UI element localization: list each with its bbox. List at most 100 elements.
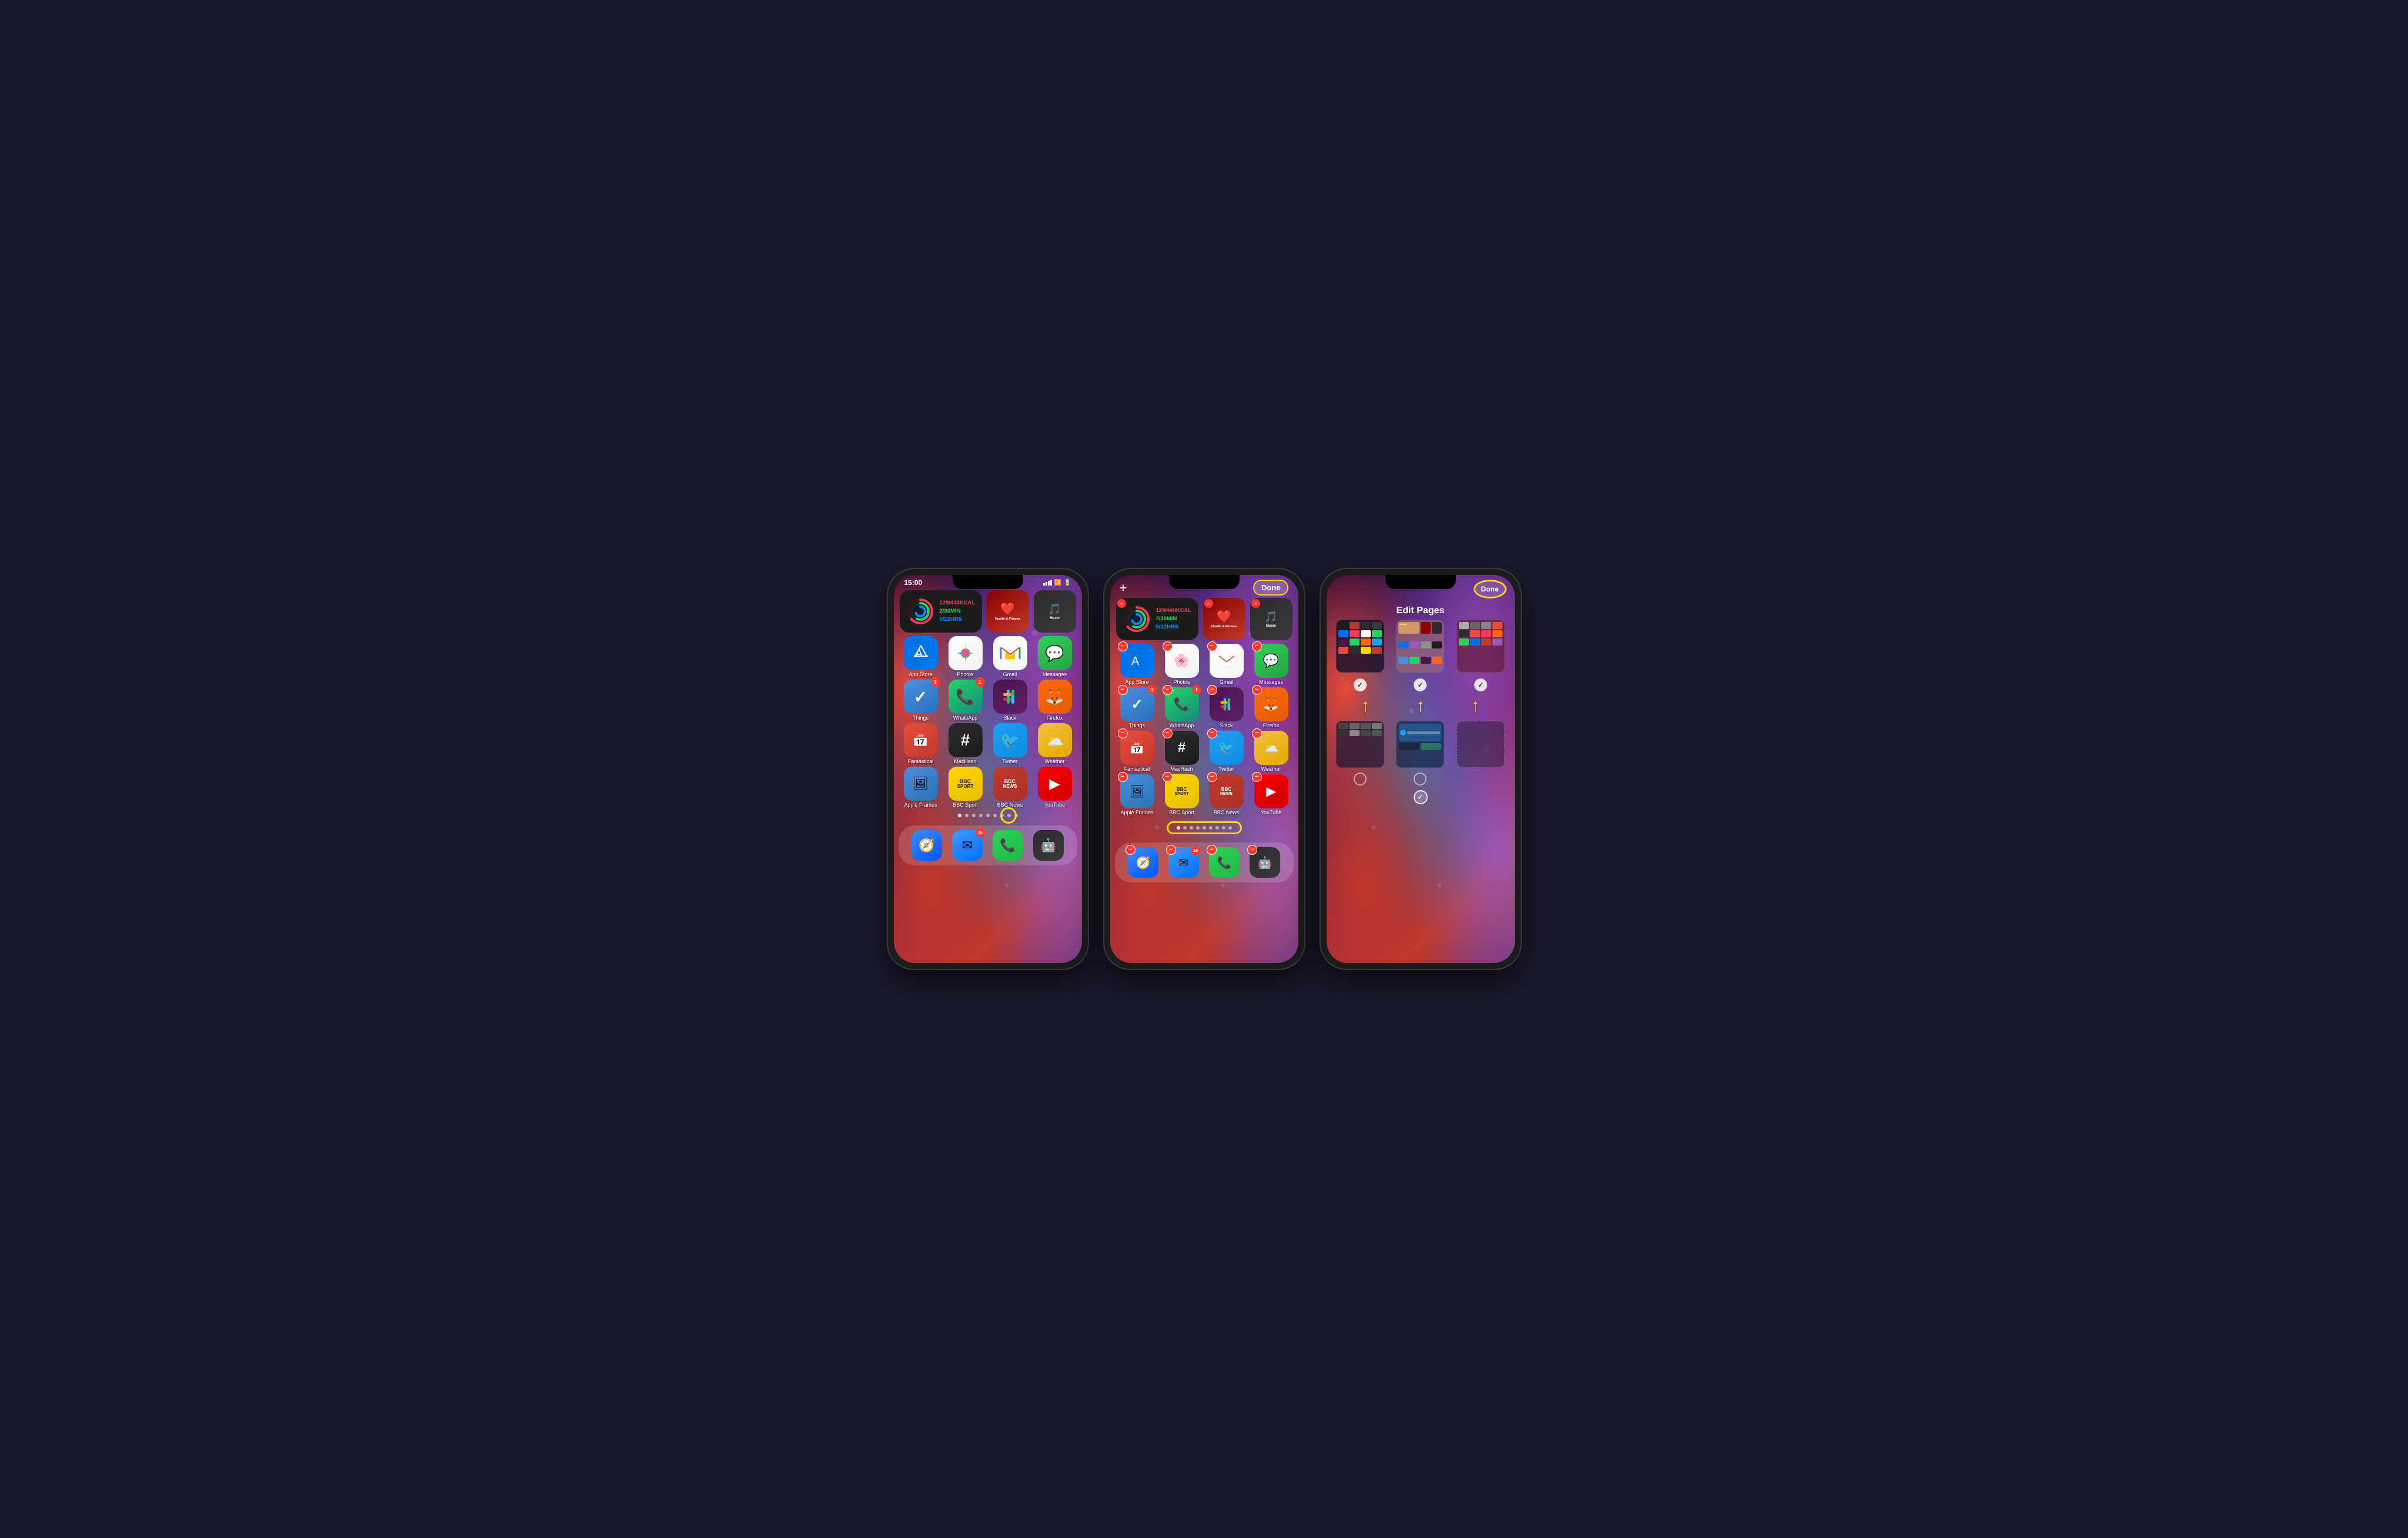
dock-mail-1[interactable]: ✉ 16	[952, 830, 983, 861]
dock-robot-1[interactable]: 🤖	[1033, 830, 1064, 861]
dot-2-9	[1228, 826, 1232, 830]
firefox-icon-2: − 🦊	[1254, 687, 1288, 721]
app-youtube-2[interactable]: − ▶ YouTube	[1250, 774, 1292, 815]
dot-1-3	[972, 814, 976, 817]
page-4-preview	[1336, 721, 1384, 768]
appleframes-delete-2[interactable]: −	[1118, 772, 1128, 782]
firefox-delete-2[interactable]: −	[1252, 685, 1262, 695]
music-delete-btn-2[interactable]: −	[1251, 599, 1260, 608]
app-firefox-1[interactable]: 🦊 Firefox	[1034, 680, 1076, 721]
app-grid-row2-2: − ✓ 3 Things − 📞 1 WhatsApp	[1116, 687, 1292, 728]
twitter-delete-2[interactable]: −	[1207, 728, 1217, 738]
slack-delete-2[interactable]: −	[1207, 685, 1217, 695]
app-photos-1[interactable]: Photos	[944, 636, 987, 677]
app-appleframes-2[interactable]: − 🖼 Apple Frames	[1116, 774, 1158, 815]
safari-delete-2[interactable]: −	[1125, 845, 1135, 855]
fitness-ring-2	[1122, 604, 1151, 634]
dock-mail-2[interactable]: − ✉ 16	[1168, 847, 1199, 878]
app-whatsapp-1[interactable]: 📞 1 WhatsApp	[944, 680, 987, 721]
appleframes-label-2: Apple Frames	[1120, 810, 1153, 815]
app-fantastical-2[interactable]: − 📅 Fantastical	[1116, 731, 1158, 772]
app-gmail-1[interactable]: Gmail	[989, 636, 1031, 677]
app-slack-1[interactable]: Slack	[989, 680, 1031, 721]
app-twitter-1[interactable]: 🐦 Twitter	[989, 723, 1031, 764]
messages-delete-2[interactable]: −	[1252, 641, 1262, 651]
fantastical-delete-2[interactable]: −	[1118, 728, 1128, 738]
fitness-delete-btn-2[interactable]: −	[1117, 599, 1126, 608]
machash-delete-2[interactable]: −	[1163, 728, 1173, 738]
appstore-icon-1: A	[904, 636, 938, 670]
dock-phone-1[interactable]: 📞	[993, 830, 1023, 861]
plus-button-2[interactable]: +	[1120, 580, 1127, 596]
health-widget-1: ❤️ Health & Fitness	[987, 590, 1029, 633]
bbcsport-delete-2[interactable]: −	[1163, 772, 1173, 782]
bbcnews-delete-2[interactable]: −	[1207, 772, 1217, 782]
dock-robot-2[interactable]: − 🤖	[1250, 847, 1280, 878]
app-gmail-2[interactable]: − Gmail	[1205, 644, 1248, 685]
bbcnews-icon-2: − BBC NEWS	[1210, 774, 1244, 808]
app-messages-2[interactable]: − 💬 Messages	[1250, 644, 1292, 685]
dock-safari-2[interactable]: − 🧭	[1128, 847, 1158, 878]
app-firefox-2[interactable]: − 🦊 Firefox	[1250, 687, 1292, 728]
app-bbcnews-2[interactable]: − BBC NEWS BBC News	[1205, 774, 1248, 815]
app-twitter-2[interactable]: − 🐦 Twitter	[1205, 731, 1248, 772]
dot-2-5	[1203, 826, 1206, 830]
calories-stat-1: 129/440KCAL	[940, 599, 976, 607]
app-grid-row3-2: − 📅 Fantastical − # MacHash	[1116, 731, 1292, 772]
app-appleframes-1[interactable]: 🖼 Apple Frames	[900, 767, 942, 808]
robot-icon-1: 🤖	[1033, 830, 1064, 861]
fitness-widget-2: − 129/440KCAL	[1116, 598, 1198, 640]
page-thumb-4[interactable]	[1332, 721, 1388, 785]
gmail-delete-2[interactable]: −	[1207, 641, 1217, 651]
dot-1-active	[958, 814, 961, 817]
page-thumb-6[interactable]	[1453, 721, 1509, 785]
app-weather-2[interactable]: − ⛅ Weather	[1250, 731, 1292, 772]
app-machash-1[interactable]: # MacHash	[944, 723, 987, 764]
app-messages-1[interactable]: 💬 Messages	[1034, 636, 1076, 677]
app-grid-row4-2: − 🖼 Apple Frames − BBC SPORT	[1116, 774, 1292, 815]
page-thumb-3[interactable]: ✓	[1453, 620, 1509, 691]
weather-icon-2: − ⛅	[1254, 731, 1288, 765]
app-things-1[interactable]: ✓ 3 Things	[900, 680, 942, 721]
app-slack-2[interactable]: − Slack	[1205, 687, 1248, 728]
page-thumb-2[interactable]: Widget ✓	[1392, 620, 1448, 691]
dock-safari-1[interactable]: 🧭	[911, 830, 942, 861]
app-bbcsport-2[interactable]: − BBC SPORT BBC Sport	[1161, 774, 1203, 815]
page-thumb-1[interactable]: ✓	[1332, 620, 1388, 691]
phone-1: 15:00 📶 🔋	[888, 569, 1088, 969]
dock-2: − 🧭 − ✉ 16 − 📞	[1115, 842, 1294, 882]
done-button-3[interactable]: Done	[1474, 580, 1507, 599]
appstore-delete-2[interactable]: −	[1118, 641, 1128, 651]
app-weather-1[interactable]: ⛅ Weather	[1034, 723, 1076, 764]
phone-delete-2[interactable]: −	[1207, 845, 1217, 855]
app-appstore-2[interactable]: − A App Store	[1116, 644, 1158, 685]
app-bbcnews-1[interactable]: BBC NEWS BBC News	[989, 767, 1031, 808]
whatsapp-delete-2[interactable]: −	[1163, 685, 1173, 695]
phone-3: Done Edit Pages	[1321, 569, 1521, 969]
photos-delete-2[interactable]: −	[1163, 641, 1173, 651]
app-photos-2[interactable]: − 🌸 Photos	[1161, 644, 1203, 685]
things-delete-2[interactable]: −	[1118, 685, 1128, 695]
machash-label-2: MacHash	[1170, 766, 1193, 772]
app-whatsapp-2[interactable]: − 📞 1 WhatsApp	[1161, 687, 1203, 728]
machash-label-1: MacHash	[954, 758, 976, 764]
page-6-preview	[1457, 721, 1505, 768]
app-appstore-1[interactable]: A App Store	[900, 636, 942, 677]
app-machash-2[interactable]: − # MacHash	[1161, 731, 1203, 772]
app-bbcsport-1[interactable]: BBC SPORT BBC Sport	[944, 767, 987, 808]
done-button-2[interactable]: Done	[1253, 580, 1289, 596]
app-fantastical-1[interactable]: 📅 Fantastical	[900, 723, 942, 764]
whatsapp-badge-2: 1	[1192, 685, 1201, 694]
svg-text:A: A	[1131, 655, 1140, 668]
app-things-2[interactable]: − ✓ 3 Things	[1116, 687, 1158, 728]
health-delete-btn-2[interactable]: −	[1204, 599, 1213, 608]
page-thumb-5[interactable]	[1392, 721, 1448, 785]
app-youtube-1[interactable]: ▶ YouTube	[1034, 767, 1076, 808]
hours-stat-2: 5/12HRS	[1156, 623, 1192, 631]
youtube-delete-2[interactable]: −	[1252, 772, 1262, 782]
mail-delete-2[interactable]: −	[1166, 845, 1176, 855]
weather-delete-2[interactable]: −	[1252, 728, 1262, 738]
dock-phone-2[interactable]: − 📞	[1209, 847, 1240, 878]
messages-icon-1: 💬	[1038, 636, 1072, 670]
robot-delete-2[interactable]: −	[1247, 845, 1257, 855]
